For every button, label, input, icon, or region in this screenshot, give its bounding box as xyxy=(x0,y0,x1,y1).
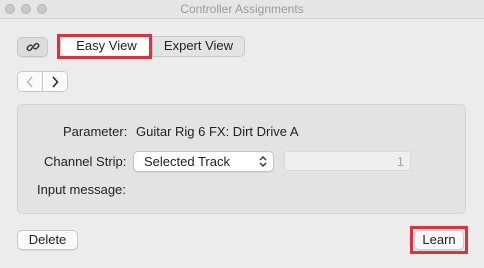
assignment-navigation xyxy=(17,71,68,92)
easy-view-highlight xyxy=(57,34,152,59)
chevron-updown-icon xyxy=(259,156,267,167)
chevron-left-icon xyxy=(26,76,33,88)
delete-button[interactable]: Delete xyxy=(17,230,78,250)
channel-strip-popup[interactable]: Selected Track xyxy=(133,151,274,172)
channel-strip-label: Channel Strip: xyxy=(44,154,127,169)
window-title: Controller Assignments xyxy=(180,2,304,16)
next-assignment-button[interactable] xyxy=(43,72,67,91)
title-bar: Controller Assignments xyxy=(0,0,484,19)
input-message-label: Input message: xyxy=(37,182,126,197)
channel-number-field[interactable]: 1 xyxy=(284,151,411,171)
link-button[interactable] xyxy=(17,37,48,57)
link-icon xyxy=(26,42,40,52)
channel-strip-value: Selected Track xyxy=(144,154,230,169)
channel-number-value: 1 xyxy=(396,154,404,169)
chevron-right-icon xyxy=(52,76,59,88)
learn-button-highlight xyxy=(410,226,468,254)
previous-assignment-button[interactable] xyxy=(18,72,42,91)
parameter-value: Guitar Rig 6 FX: Dirt Drive A xyxy=(136,124,299,139)
parameter-label: Parameter: xyxy=(63,124,128,139)
tab-expert-view[interactable]: Expert View xyxy=(153,37,244,56)
